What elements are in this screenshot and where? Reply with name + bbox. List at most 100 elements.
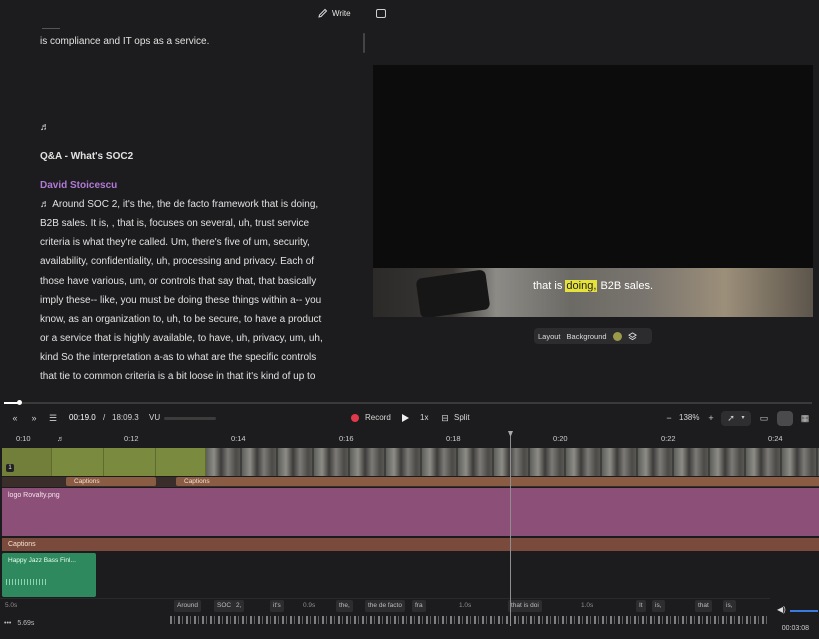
transcript-scrollbar[interactable] bbox=[363, 33, 365, 53]
video-preview[interactable]: that is doing, B2B sales. bbox=[373, 65, 813, 317]
top-bar: Write bbox=[0, 0, 819, 28]
layers-icon[interactable] bbox=[627, 331, 637, 341]
speed-button[interactable]: 1x bbox=[420, 413, 428, 422]
current-time: 00:19.0 bbox=[69, 413, 96, 422]
word-chip[interactable]: It bbox=[636, 600, 646, 612]
caption-highlight-word: doing, bbox=[565, 280, 598, 292]
image-track[interactable]: logo Rovalty.png bbox=[2, 488, 819, 536]
caption-text: that is bbox=[533, 280, 566, 292]
ruler-tick: 0:18 bbox=[446, 434, 461, 443]
video-clip-thumbnails[interactable] bbox=[206, 448, 819, 476]
ruler-tick: 0:20 bbox=[553, 434, 568, 443]
word-chip[interactable]: that is doi bbox=[508, 600, 542, 612]
more-icon[interactable]: ••• bbox=[4, 620, 11, 627]
timeline-ruler[interactable]: 0:10 ♬ 0:12 0:14 0:16 0:18 0:20 0:22 0:2… bbox=[0, 430, 819, 446]
pencil-icon bbox=[318, 8, 328, 18]
background-color-swatch[interactable] bbox=[612, 331, 622, 341]
speaker-name[interactable]: David Stoicescu bbox=[40, 180, 117, 191]
transcript-line[interactable]: or a service that is highly available, t… bbox=[40, 333, 323, 344]
timeline-toolbar: « » ☰ 00:19.0 / 18:09.3 VU Record 1x ⊟ S… bbox=[0, 410, 819, 428]
zoom-out-icon[interactable]: − bbox=[664, 413, 674, 423]
ruler-tick: 0:22 bbox=[661, 434, 676, 443]
play-icon[interactable] bbox=[402, 414, 409, 422]
divider bbox=[42, 28, 60, 29]
gap-duration: 5.69s bbox=[17, 620, 35, 627]
preview-controls: Layout Background bbox=[534, 328, 652, 344]
transcript-line[interactable]: that tie to common criteria is a bit loo… bbox=[40, 371, 315, 382]
transcript-line[interactable]: ♬ Around SOC 2, it's the, the de facto f… bbox=[40, 199, 318, 210]
video-clip[interactable] bbox=[52, 448, 104, 476]
ruler-tick: 0:12 bbox=[124, 434, 139, 443]
screen-icon[interactable] bbox=[376, 9, 386, 18]
volume-slider[interactable] bbox=[790, 610, 818, 612]
zoom-in-icon[interactable]: + bbox=[706, 413, 716, 423]
ruler-tick: 0:14 bbox=[231, 434, 246, 443]
image-clip-label: logo Rovalty.png bbox=[8, 492, 60, 499]
transcript-line[interactable]: availability, confidentiality, uh, proce… bbox=[40, 256, 314, 267]
word-chip[interactable]: is, bbox=[652, 600, 665, 612]
time-separator: / bbox=[103, 413, 106, 422]
video-clip[interactable] bbox=[156, 448, 206, 476]
caption-clip[interactable]: Captions bbox=[176, 477, 819, 486]
gap-duration: 1.0s bbox=[459, 602, 472, 609]
word-chip[interactable]: is, bbox=[723, 600, 736, 612]
video-track[interactable]: 1 bbox=[2, 448, 819, 476]
split-icon[interactable]: ⊟ bbox=[440, 413, 450, 423]
transcript-line[interactable]: criteria is what they're called. Um, the… bbox=[40, 237, 310, 248]
vu-label: VU bbox=[149, 413, 161, 422]
progress-handle[interactable] bbox=[17, 400, 22, 405]
ruler-tick: 0:24 bbox=[768, 434, 783, 443]
transcript-line[interactable]: kind So the interpretation a-as to what … bbox=[40, 352, 316, 363]
write-button[interactable]: Write bbox=[318, 8, 351, 18]
word-chip[interactable]: it's bbox=[270, 600, 284, 612]
caption-clip[interactable]: Captions bbox=[66, 477, 156, 486]
captions-track[interactable]: Captions bbox=[2, 538, 819, 551]
gap-duration: 1.0s bbox=[581, 602, 594, 609]
split-button[interactable]: Split bbox=[454, 413, 470, 422]
caption-overlay[interactable]: that is doing, B2B sales. bbox=[533, 280, 653, 292]
vu-meter bbox=[164, 417, 216, 420]
layout-button[interactable]: Layout bbox=[538, 332, 561, 341]
editor-app: Write is compliance and IT ops as a serv… bbox=[0, 0, 819, 639]
skip-back-icon[interactable]: « bbox=[10, 413, 20, 423]
video-clip[interactable] bbox=[104, 448, 156, 476]
word-timeline[interactable]: 5.0s Around SOC 2, it's 0.9s the, the de… bbox=[0, 599, 770, 613]
record-icon[interactable] bbox=[351, 414, 359, 422]
volume-control[interactable]: ◀) bbox=[776, 604, 819, 616]
word-chip[interactable]: 2, bbox=[233, 600, 245, 612]
transcript-line[interactable]: know, as an organization to, uh, to be s… bbox=[40, 314, 321, 325]
music-note-icon: ♬ bbox=[40, 122, 50, 133]
word-chip[interactable]: the de facto bbox=[365, 600, 405, 612]
audio-clip-label: Happy Jazz Bass Finl... bbox=[8, 557, 76, 564]
transcript-line[interactable]: B2B sales. It is, , that is, focuses on … bbox=[40, 218, 309, 229]
playback-progress[interactable] bbox=[4, 400, 812, 405]
word-chip[interactable]: Around bbox=[174, 600, 201, 612]
layout-toggle-icon[interactable]: ▭ bbox=[759, 413, 769, 423]
transcript-line[interactable]: those have various, um, or controls that… bbox=[40, 276, 316, 287]
camera-image bbox=[415, 269, 491, 317]
grid-icon[interactable]: ▦ bbox=[800, 413, 810, 423]
total-time: 18:09.3 bbox=[112, 413, 139, 422]
speech-waveform bbox=[170, 616, 770, 624]
cursor-mode-selector[interactable]: ➚ ▾ bbox=[721, 411, 751, 426]
bottom-gap: ••• 5.69s bbox=[4, 620, 34, 627]
skip-forward-icon[interactable]: » bbox=[29, 413, 39, 423]
record-button[interactable]: Record bbox=[365, 413, 391, 422]
caption-text: B2B sales. bbox=[597, 280, 654, 292]
transcript-line[interactable]: is compliance and IT ops as a service. bbox=[40, 36, 209, 47]
ruler-tick: 0:16 bbox=[339, 434, 354, 443]
caption-clips-row: Captions Captions bbox=[2, 477, 819, 487]
captions-mode-button[interactable] bbox=[777, 411, 793, 426]
ruler-tick: 0:10 bbox=[16, 434, 31, 443]
chevron-down-icon: ▾ bbox=[741, 415, 745, 421]
audio-clip[interactable]: Happy Jazz Bass Finl... bbox=[2, 553, 96, 597]
background-button[interactable]: Background bbox=[567, 332, 607, 341]
word-chip[interactable]: that bbox=[695, 600, 712, 612]
transcript-line[interactable]: imply these-- like, you must be doing th… bbox=[40, 295, 321, 306]
transcript-panel[interactable]: is compliance and IT ops as a service. ♬… bbox=[0, 28, 364, 393]
word-chip[interactable]: SOC bbox=[214, 600, 235, 612]
playhead[interactable] bbox=[510, 436, 511, 626]
word-chip[interactable]: the, bbox=[336, 600, 353, 612]
transcript-toggle-icon[interactable]: ☰ bbox=[48, 413, 58, 423]
word-chip[interactable]: fra bbox=[412, 600, 426, 612]
